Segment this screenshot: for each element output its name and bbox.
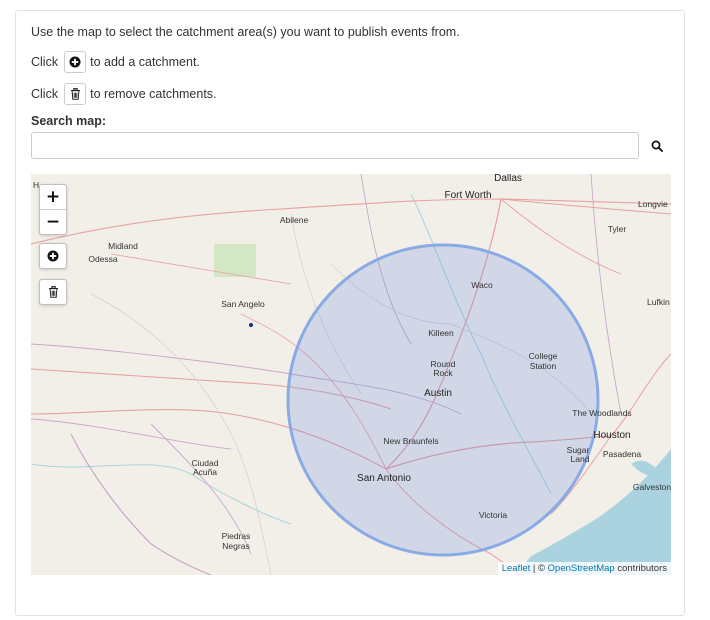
city-label-land: Land bbox=[571, 454, 590, 464]
search-map-input[interactable] bbox=[31, 132, 639, 159]
city-label-college: College bbox=[529, 351, 558, 361]
search-button[interactable] bbox=[643, 132, 671, 159]
remove-catchment-control bbox=[39, 279, 67, 305]
instruction-add-text: to add a catchment. bbox=[90, 55, 200, 69]
city-label-killeen: Killeen bbox=[428, 328, 454, 338]
city-label-austin: Austin bbox=[424, 388, 452, 399]
plus-circle-icon bbox=[69, 56, 81, 68]
instruction-remove-text: to remove catchments. bbox=[90, 87, 217, 101]
instruction-click-label: Click bbox=[31, 55, 59, 69]
attribution-separator: | © bbox=[532, 563, 545, 574]
attribution-suffix: contributors bbox=[617, 563, 667, 574]
city-label-the-woodlands: The Woodlands bbox=[572, 408, 631, 418]
search-icon bbox=[651, 140, 663, 152]
zoom-in-button[interactable]: + bbox=[40, 185, 66, 209]
city-label-victoria: Victoria bbox=[479, 510, 507, 520]
city-label-piedras: Piedras bbox=[222, 531, 251, 541]
city-label-lufkin: Lufkin bbox=[647, 297, 670, 307]
instruction-line-1: Use the map to select the catchment area… bbox=[31, 25, 460, 39]
city-label-waco: Waco bbox=[471, 280, 493, 290]
city-label-pasadena: Pasadena bbox=[603, 449, 642, 459]
instruction-text-1: Use the map to select the catchment area… bbox=[31, 25, 460, 39]
city-label-negras: Negras bbox=[222, 541, 249, 551]
city-label-san-angelo: San Angelo bbox=[221, 299, 265, 309]
map-attribution: Leaflet | © OpenStreetMap contributors bbox=[497, 562, 671, 575]
add-catchment-control bbox=[39, 243, 67, 269]
city-label-dallas: Dallas bbox=[494, 174, 522, 184]
inline-remove-catchment-button[interactable] bbox=[64, 83, 87, 105]
city-label-galveston: Galveston bbox=[633, 482, 671, 492]
inline-add-catchment-button[interactable] bbox=[64, 51, 87, 73]
city-label-houston: Houston bbox=[593, 430, 630, 441]
trash-icon bbox=[48, 286, 58, 298]
city-label-midland: Midland bbox=[108, 241, 138, 251]
plus-circle-icon bbox=[47, 250, 59, 262]
zoom-out-button[interactable]: − bbox=[40, 209, 66, 234]
map-container[interactable]: Dallas Fort Worth Longvie Tyler Abilene … bbox=[31, 174, 671, 575]
add-catchment-button[interactable] bbox=[40, 244, 66, 268]
instruction-line-3: Click to remove catchments. bbox=[31, 83, 217, 105]
city-label-longview: Longvie bbox=[638, 199, 668, 209]
zoom-control: + − bbox=[39, 184, 67, 235]
city-label-san-antonio: San Antonio bbox=[357, 473, 411, 484]
city-label-odessa: Odessa bbox=[88, 254, 118, 264]
remove-catchment-button[interactable] bbox=[40, 280, 66, 304]
leaflet-link[interactable]: Leaflet bbox=[502, 563, 531, 574]
city-label-fort-worth: Fort Worth bbox=[444, 190, 491, 201]
instruction-line-2: Click to add a catchment. bbox=[31, 51, 200, 73]
trash-icon bbox=[70, 88, 80, 100]
city-label-rock: Rock bbox=[433, 368, 453, 378]
city-label-tyler: Tyler bbox=[608, 224, 627, 234]
city-label-new-braunfels: New Braunfels bbox=[383, 436, 438, 446]
map-tiles[interactable]: Dallas Fort Worth Longvie Tyler Abilene … bbox=[31, 174, 671, 575]
search-map-label: Search map: bbox=[31, 114, 107, 128]
openstreetmap-link[interactable]: OpenStreetMap bbox=[548, 563, 615, 574]
city-label-acuna: Acuña bbox=[193, 467, 217, 477]
instruction-click-label-2: Click bbox=[31, 87, 59, 101]
catchment-panel: Use the map to select the catchment area… bbox=[15, 10, 685, 616]
city-label-station: Station bbox=[530, 361, 557, 371]
city-label-abilene: Abilene bbox=[280, 215, 309, 225]
